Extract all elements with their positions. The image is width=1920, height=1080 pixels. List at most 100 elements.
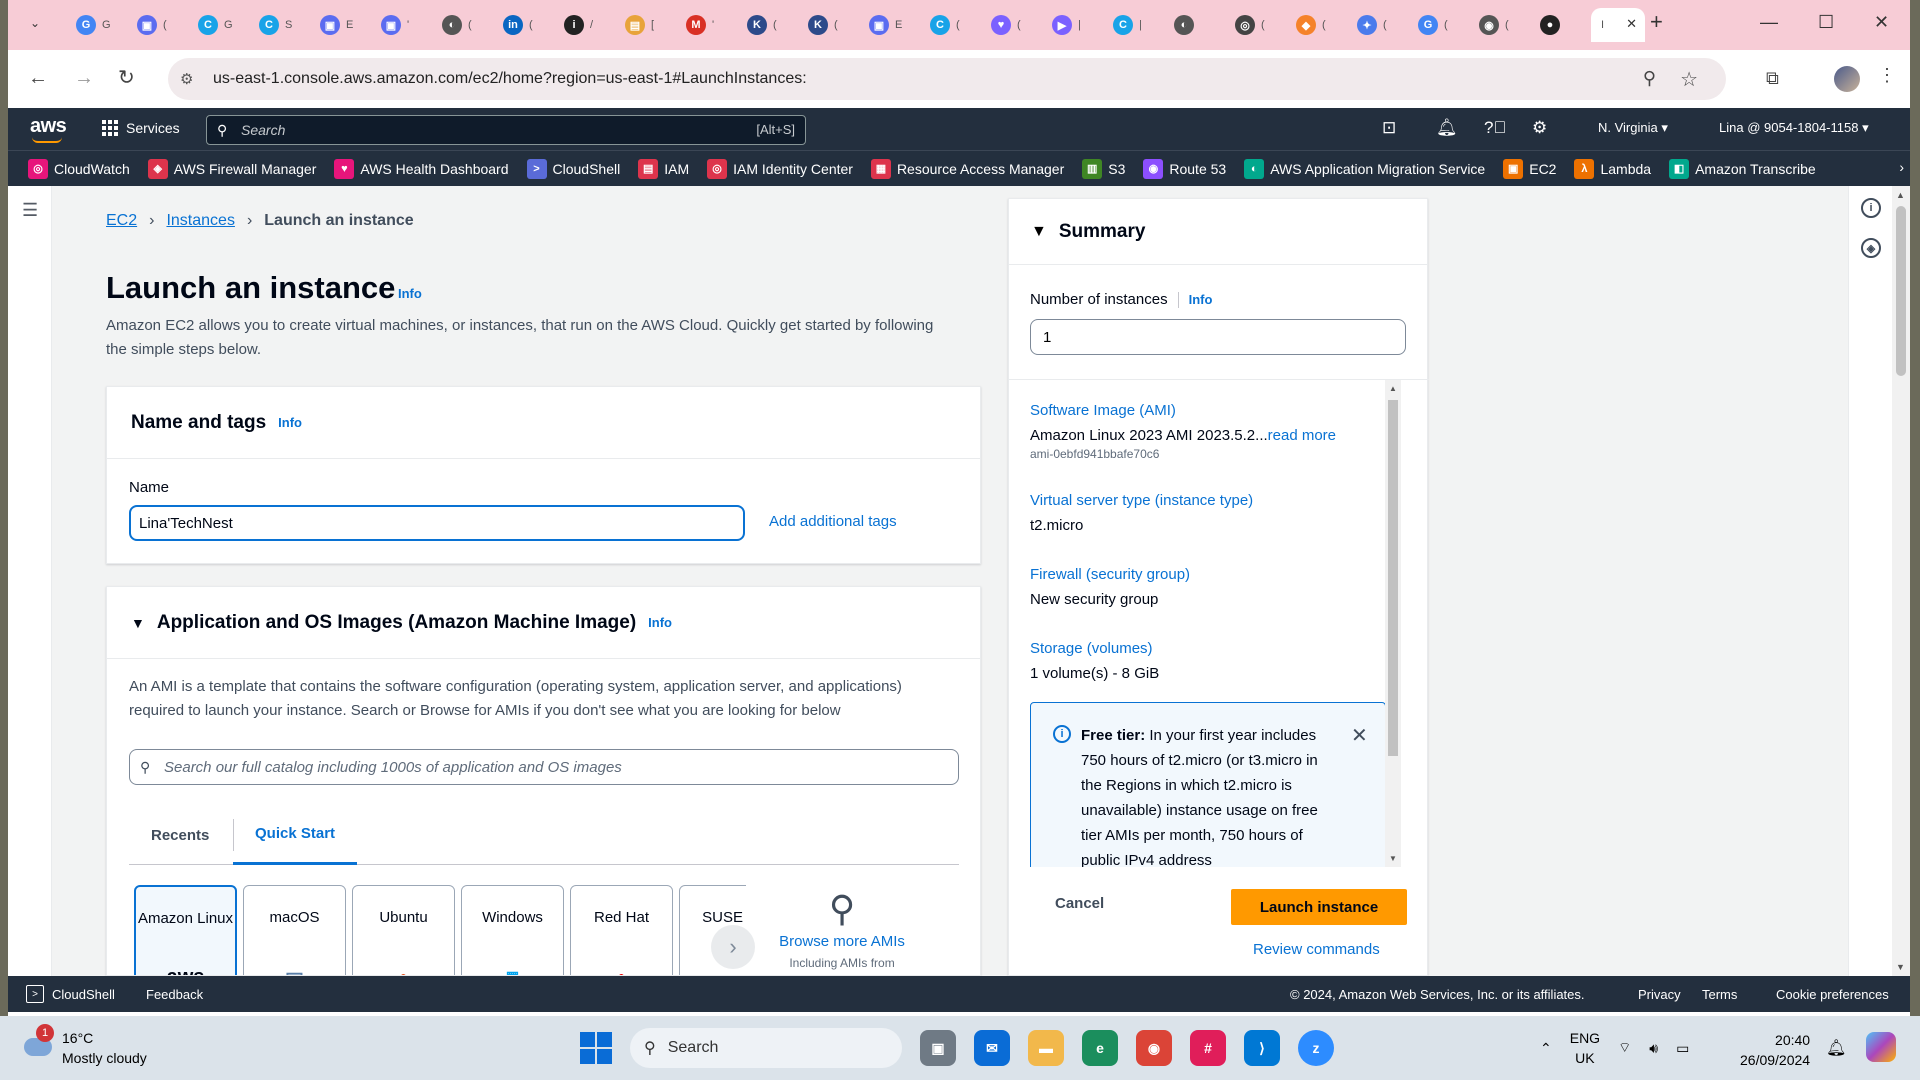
footer-cookie-preferences[interactable]: Cookie preferences xyxy=(1776,987,1889,1002)
favorite-iam-identity-center[interactable]: ◎ IAM Identity Center xyxy=(707,158,853,179)
slack-icon[interactable]: # xyxy=(1190,1030,1226,1066)
browser-tab[interactable]: in ( xyxy=(493,8,554,42)
region-selector[interactable]: N. Virginia ▾ xyxy=(1598,120,1668,136)
browser-tab[interactable]: CG xyxy=(188,8,249,42)
browser-tab[interactable]: ◐ xyxy=(1164,8,1225,42)
forward-arrow-icon[interactable]: → xyxy=(74,67,94,89)
launch-instance-button[interactable]: Launch instance xyxy=(1231,889,1407,925)
number-of-instances-input[interactable] xyxy=(1030,319,1406,355)
os-card-amazon-linux[interactable]: Amazon Linux aws xyxy=(134,885,237,975)
file-explorer-icon[interactable]: ▬ xyxy=(1028,1030,1064,1066)
footer-cloudshell[interactable]: CloudShell xyxy=(52,987,115,1002)
browser-tab[interactable]: ♥( xyxy=(981,8,1042,42)
browser-tab[interactable]: K( xyxy=(737,8,798,42)
footer-privacy[interactable]: Privacy xyxy=(1638,987,1681,1002)
favorite-iam[interactable]: ▤ IAM xyxy=(638,158,689,179)
help-icon[interactable]: ?⃝ xyxy=(1484,118,1506,138)
footer-terms[interactable]: Terms xyxy=(1702,987,1737,1002)
cancel-button[interactable]: Cancel xyxy=(1055,895,1104,912)
browser-tab[interactable]: C( xyxy=(920,8,981,42)
minimize-icon[interactable]: — xyxy=(1760,12,1778,32)
clock[interactable]: 20:40 26/09/2024 xyxy=(1740,1030,1810,1070)
zoom-icon[interactable]: z xyxy=(1298,1030,1334,1066)
breadcrumb-ec2[interactable]: EC2 xyxy=(106,212,137,230)
favorites-more-icon[interactable]: › xyxy=(1899,159,1904,175)
software-image-link[interactable]: Software Image (AMI) xyxy=(1030,402,1390,419)
cloudshell-icon[interactable]: > xyxy=(26,985,44,1003)
chrome-icon[interactable]: ◉ xyxy=(1136,1030,1172,1066)
cloudshell-icon[interactable]: ⊡ xyxy=(1382,118,1396,138)
maximize-icon[interactable]: ☐ xyxy=(1818,12,1834,32)
favorite-aws-health-dashboard[interactable]: ♥ AWS Health Dashboard xyxy=(334,158,509,179)
battery-icon[interactable]: ▭ xyxy=(1676,1040,1689,1057)
favorite-cloudwatch[interactable]: ◎ CloudWatch xyxy=(28,158,130,179)
os-card-macos[interactable]: macOS ▭ xyxy=(243,885,346,975)
zoom-icon[interactable]: ⚲ xyxy=(1643,68,1656,89)
ami-info-link[interactable]: Info xyxy=(648,615,672,630)
volume-icon[interactable]: 🔊︎ xyxy=(1649,1040,1658,1057)
os-carousel-next-icon[interactable]: › xyxy=(711,925,755,969)
name-tags-info-link[interactable]: Info xyxy=(278,415,302,430)
settings-gear-icon[interactable]: ⚙ xyxy=(1532,118,1547,138)
browser-tab[interactable]: ✦( xyxy=(1347,8,1408,42)
scroll-up-icon[interactable]: ▲ xyxy=(1389,384,1397,393)
browser-tab[interactable]: ▣ E xyxy=(859,8,920,42)
services-menu-button[interactable]: Services xyxy=(102,120,180,136)
aws-search-input[interactable] xyxy=(241,118,721,142)
browse-more-amis[interactable]: ⚲ Browse more AMIs Including AMIs from xyxy=(767,889,917,971)
page-scrollbar[interactable]: ▲ ▼ xyxy=(1892,186,1910,976)
summary-scroll-area[interactable]: Software Image (AMI) Amazon Linux 2023 A… xyxy=(1009,379,1429,867)
browser-tab[interactable]: ◆( xyxy=(1286,8,1347,42)
browser-tab[interactable]: ◉( xyxy=(1469,8,1530,42)
favorite-cloudshell[interactable]: > CloudShell xyxy=(526,158,620,179)
taskbar-search[interactable]: ⚲ Search xyxy=(630,1028,902,1068)
browse-more-link[interactable]: Browse more AMIs xyxy=(767,933,917,950)
vscode-icon[interactable]: ⟩ xyxy=(1244,1030,1280,1066)
wifi-icon[interactable]: ⌔ xyxy=(1618,1039,1631,1057)
browser-tab[interactable]: G( xyxy=(1408,8,1469,42)
favorite-s3[interactable]: ▥ S3 xyxy=(1082,158,1125,179)
scroll-down-icon[interactable]: ▼ xyxy=(1896,962,1905,972)
browser-tab[interactable]: C | xyxy=(1103,8,1164,42)
new-tab-plus-icon[interactable]: + xyxy=(1650,11,1663,33)
browser-tab[interactable]: CS xyxy=(249,8,310,42)
browser-tab[interactable]: ▤[ xyxy=(615,8,676,42)
favorite-aws-firewall-manager[interactable]: ◈ AWS Firewall Manager xyxy=(147,158,316,179)
ami-search-box[interactable]: ⚲ xyxy=(129,749,959,785)
os-card-windows[interactable]: Windows ▦ xyxy=(461,885,564,975)
storage-link[interactable]: Storage (volumes) xyxy=(1030,640,1390,657)
browser-tab[interactable]: GG xyxy=(66,8,127,42)
os-card-ubuntu[interactable]: Ubuntu ● xyxy=(352,885,455,975)
language-indicator[interactable]: ENG UK xyxy=(1570,1028,1600,1068)
browser-tab[interactable]: ▣( xyxy=(127,8,188,42)
footer-feedback[interactable]: Feedback xyxy=(146,987,203,1002)
page-scrollbar-thumb[interactable] xyxy=(1896,206,1906,376)
favorite-ec2[interactable]: ▣ EC2 xyxy=(1503,158,1556,179)
info-panel-icon[interactable]: i xyxy=(1861,198,1881,218)
chevron-up-icon[interactable]: ⌃ xyxy=(1540,1040,1552,1057)
profile-avatar[interactable] xyxy=(1834,66,1860,92)
page-info-link[interactable]: Info xyxy=(398,286,422,301)
reload-icon[interactable]: ↻ xyxy=(118,67,135,89)
task-view-icon[interactable]: ▣ xyxy=(920,1030,956,1066)
tab-quick-start[interactable]: Quick Start xyxy=(233,805,358,865)
extensions-puzzle-icon[interactable]: ⧉ xyxy=(1766,68,1779,89)
omnibox[interactable]: ⚙ us-east-1.console.aws.amazon.com/ec2/h… xyxy=(168,58,1726,100)
close-window-icon[interactable]: ✕ xyxy=(1874,12,1889,32)
summary-header[interactable]: ▼ Summary xyxy=(1009,199,1427,265)
browser-tab[interactable]: ◎( xyxy=(1225,8,1286,42)
review-commands-link[interactable]: Review commands xyxy=(1253,941,1380,958)
back-arrow-icon[interactable]: ← xyxy=(28,67,48,89)
name-input[interactable] xyxy=(129,505,745,541)
url-text[interactable]: us-east-1.console.aws.amazon.com/ec2/hom… xyxy=(213,70,807,88)
aws-logo[interactable]: aws xyxy=(30,115,67,143)
browser-tab[interactable]: i / xyxy=(554,8,615,42)
scroll-up-icon[interactable]: ▲ xyxy=(1896,190,1905,200)
bookmark-star-icon[interactable]: ☆ xyxy=(1680,67,1698,92)
browser-tab[interactable]: ◐( xyxy=(432,8,493,42)
browser-tab[interactable]: ● xyxy=(1530,8,1591,42)
notifications-bell-icon[interactable]: 🔔︎ xyxy=(1436,118,1458,138)
favorite-amazon-transcribe[interactable]: ◧ Amazon Transcribe xyxy=(1669,158,1816,179)
browser-tab[interactable]: ▣ ' xyxy=(371,8,432,42)
browser-tab[interactable]: K( xyxy=(798,8,859,42)
